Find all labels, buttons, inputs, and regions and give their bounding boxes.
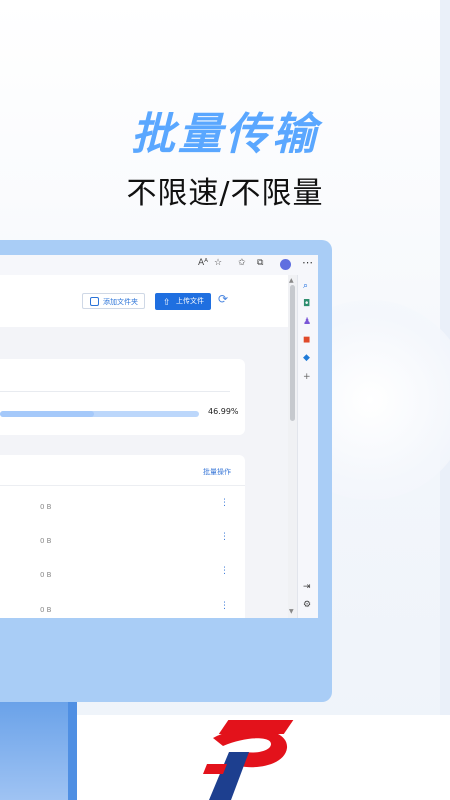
profile-avatar-icon[interactable] (280, 259, 291, 270)
progress-fill (0, 411, 94, 417)
office-icon[interactable]: ◼ (303, 335, 310, 345)
file-row[interactable]: 0 B ⋮ (0, 533, 245, 571)
file-list-card: 批量操作 0 B ⋮ 0 B ⋮ 0 B ⋮ 0 B ⋮ (0, 455, 245, 618)
progress-bar (0, 411, 199, 417)
file-size: 0 B (40, 537, 52, 545)
file-row[interactable]: 0 B ⋮ (0, 567, 245, 605)
browser-side-panel: ⌕ ◘ ♟ ◼ ◆ + ⇥ ⚙ (297, 275, 318, 618)
upload-icon: ⇧ (163, 298, 171, 308)
collections-icon[interactable]: ⧉ (257, 258, 263, 268)
file-row[interactable]: 0 B ⋮ (0, 499, 245, 537)
reader-mode-icon[interactable]: Aᴬ (198, 258, 208, 268)
browser-toolbar: Aᴬ ☆ ✩ ⧉ ⋯ (0, 255, 318, 276)
scroll-down-icon[interactable]: ▼ (289, 608, 294, 615)
headline: 批量传输 (131, 109, 319, 160)
file-row[interactable]: 0 B ⋮ (0, 602, 245, 618)
app-content: 添加文件夹 ⇧ 上传文件 ⟳ 46.99% 批量操作 0 B ⋮ 0 B ⋮ 0… (0, 275, 288, 618)
refresh-icon[interactable]: ⟳ (218, 292, 228, 306)
progress-card: 46.99% (0, 359, 245, 435)
file-size: 0 B (40, 503, 52, 511)
divider (0, 485, 245, 486)
scroll-thumb[interactable] (290, 285, 295, 421)
monitor-stand-edge (68, 702, 77, 800)
scroll-up-icon[interactable]: ▲ (289, 277, 294, 284)
add-icon[interactable]: + (303, 372, 311, 382)
folder-icon (90, 297, 99, 306)
vertical-scrollbar[interactable]: ▲ ▼ (288, 275, 297, 618)
more-options-icon[interactable]: ⋮ (220, 567, 229, 576)
people-icon[interactable]: ♟ (303, 317, 311, 327)
split-screen-icon[interactable]: ⇥ (303, 582, 311, 592)
monitor-stand (0, 702, 77, 800)
add-folder-button[interactable]: 添加文件夹 (82, 293, 145, 309)
more-options-icon[interactable]: ⋮ (220, 533, 229, 542)
search-icon[interactable]: ⌕ (303, 281, 308, 291)
progress-percent: 46.99% (208, 407, 239, 416)
add-folder-label: 添加文件夹 (103, 298, 138, 306)
outlook-icon[interactable]: ◆ (303, 353, 310, 363)
more-options-icon[interactable]: ⋮ (220, 499, 229, 508)
more-options-icon[interactable]: ⋮ (220, 602, 229, 611)
monitor-screen: Aᴬ ☆ ✩ ⧉ ⋯ 添加文件夹 ⇧ 上传文件 ⟳ 46.99% 批量操作 0 … (0, 255, 318, 618)
divider (0, 391, 230, 392)
subheadline: 不限速/不限量 (126, 176, 324, 211)
more-icon[interactable]: ⋯ (302, 256, 313, 269)
upload-button[interactable]: ⇧ 上传文件 (155, 293, 211, 310)
batch-operation-link[interactable]: 批量操作 (203, 467, 231, 477)
file-size: 0 B (40, 571, 52, 579)
shopping-icon[interactable]: ◘ (303, 299, 310, 309)
favorite-icon[interactable]: ☆ (214, 258, 222, 268)
settings-icon[interactable]: ⚙ (303, 600, 311, 610)
app-header: 添加文件夹 ⇧ 上传文件 ⟳ (0, 275, 288, 327)
brand-logo (203, 720, 294, 800)
upload-label: 上传文件 (176, 297, 204, 305)
favorites-star-icon[interactable]: ✩ (238, 258, 246, 268)
file-size: 0 B (40, 606, 52, 614)
